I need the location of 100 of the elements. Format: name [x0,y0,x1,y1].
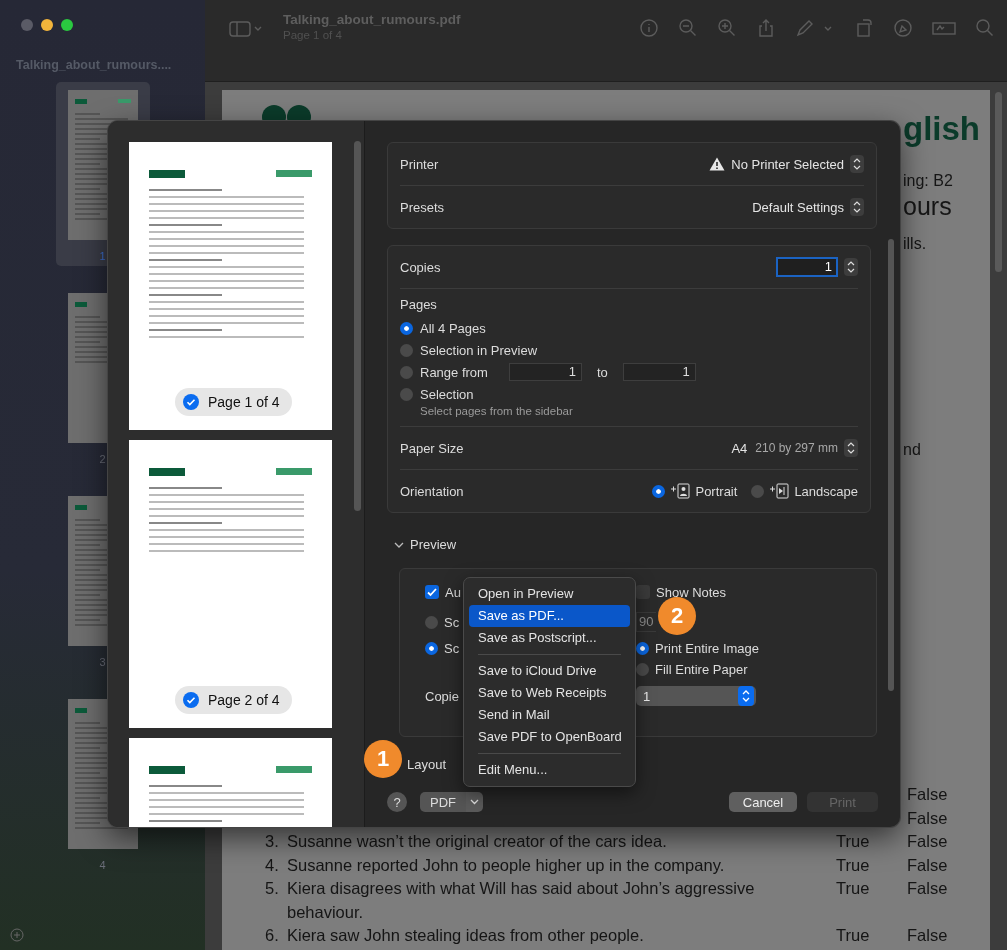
radio-button[interactable] [636,641,649,655]
true-option: True [836,830,907,854]
zoom-out-icon[interactable] [678,18,698,38]
cancel-button[interactable]: Cancel [729,792,797,812]
option-label: Landscape [794,483,858,499]
chevron-icon[interactable] [466,792,483,812]
menu-item[interactable]: Save to iCloud Drive [469,660,630,682]
logo-icon [149,766,185,774]
info-icon[interactable] [639,18,659,38]
close-button[interactable] [21,19,33,31]
setting-label: Copies [400,259,441,275]
page-thumbnail-drawing[interactable]: Page 2 of 4 [129,440,332,728]
false-option: False [907,783,967,807]
radio-button[interactable] [652,484,666,498]
true-option: True [836,877,907,924]
setting-label: Orientation [400,483,464,499]
zoom-button[interactable] [61,19,73,31]
paper-size-dropdown[interactable]: A4 210 by 297 mm [731,439,858,457]
option-label: Copie [425,688,459,704]
checkmark-icon[interactable] [183,692,199,708]
sidebar-toggle-icon[interactable] [229,20,263,38]
radio-button[interactable] [751,484,765,498]
option-label: Selection in Preview [420,342,538,358]
pages-per-sheet-dropdown[interactable]: 1 [636,686,756,706]
question-text: Kiera saw John stealing ideas from other people. [287,925,645,946]
stepper-icon[interactable] [850,155,864,173]
pdf-button[interactable]: PDF [420,792,466,812]
brand-logo-icon [276,468,312,475]
radio-button[interactable] [400,387,413,401]
text-fragment: glish [903,110,980,148]
minimize-button[interactable] [41,19,53,31]
page-number: 4 [99,859,106,871]
radio-button[interactable] [400,321,413,335]
zoom-in-icon[interactable] [717,18,737,38]
question-number: 4. [265,854,280,876]
scrollbar[interactable] [995,92,1002,272]
portrait-orientation-icon [670,483,691,499]
logo-icon [74,302,87,307]
checkbox[interactable] [425,585,439,599]
setting-label: Presets [400,199,445,215]
add-icon[interactable] [10,928,24,942]
logo-icon [149,170,185,178]
text-fragment: ills. [903,235,927,253]
logo-icon [74,708,87,713]
radio-button[interactable] [425,641,438,655]
option-label: Print Entire Image [655,640,760,656]
hint-text: Select pages from the sidebar [419,405,574,417]
stepper-icon [738,686,754,706]
presets-dropdown[interactable]: Default Settings [752,198,864,216]
copies-field[interactable]: 1 [776,257,838,277]
logo-icon [74,99,87,104]
false-option: False [907,853,967,877]
markup-icon[interactable] [893,18,913,38]
radio-button[interactable] [636,662,649,676]
search-icon[interactable] [975,18,995,38]
setting-label: Printer [400,156,439,172]
dropdown-value: No Printer Selected [731,156,844,172]
scrollbar[interactable] [888,239,894,691]
question-text: Susanne wasn’t the original creator of the cars idea. [287,831,668,852]
setting-label: Pages [400,297,438,312]
range-from-field[interactable]: 1 [508,363,582,381]
share-icon[interactable] [756,18,776,38]
page-label: Page 1 of 4 [208,394,280,410]
help-button[interactable]: ? [387,792,407,812]
stepper-icon[interactable] [850,198,864,216]
menu-item[interactable]: Open in Preview [469,583,630,605]
setting-label: Paper Size [400,440,464,456]
printer-dropdown[interactable]: No Printer Selected [709,155,864,173]
option-label: Au [445,584,461,600]
dropdown-value: A4 [731,440,748,456]
text-fragment: ing: B2 [903,172,953,190]
logo-icon [262,104,312,121]
menu-item[interactable]: Edit Menu... [469,759,630,781]
brand-logo-icon [276,170,312,177]
stepper-icon[interactable] [844,258,858,276]
page-thumbnail-drawing[interactable]: Page 1 of 4 [129,142,332,430]
page-number: 1 [99,250,106,262]
true-option: True [836,853,907,877]
option-label: Sc [444,614,460,630]
option-label: to [596,364,608,380]
radio-button[interactable] [400,365,413,379]
range-to-field[interactable]: 1 [622,363,696,381]
menu-item[interactable]: Save as PDF... [469,605,630,627]
checkmark-icon[interactable] [183,394,199,410]
radio-button[interactable] [400,343,413,357]
false-option: False [907,806,967,830]
menu-item[interactable]: Send in Mail [469,704,630,726]
rotate-icon[interactable] [854,18,874,38]
landscape-orientation-icon [769,483,790,499]
checkbox[interactable] [636,585,650,599]
menu-item[interactable]: Save to Web Receipts [469,682,630,704]
false-option: False [907,924,967,948]
menu-item[interactable]: Save PDF to OpenBoard [469,726,630,748]
logo-icon [149,468,185,476]
section-header[interactable]: Layout [407,757,447,772]
section-header[interactable]: Preview [387,537,457,552]
false-option: False [907,877,967,924]
scrollbar[interactable] [354,141,361,511]
stepper-icon[interactable] [844,439,858,457]
menu-item[interactable]: Save as Postscript... [469,627,630,649]
